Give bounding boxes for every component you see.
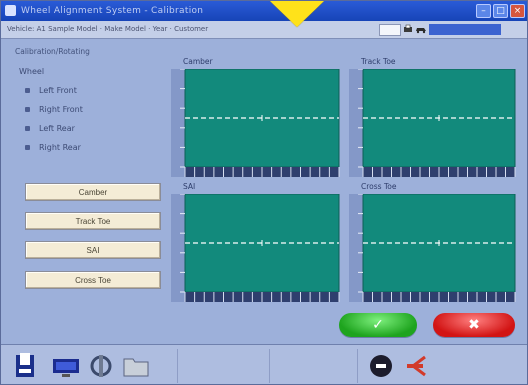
chart-title: SAI — [183, 182, 196, 191]
vehicle-info-text: Vehicle: A1 Sample Model · Make Model · … — [7, 25, 209, 33]
print-icon[interactable] — [13, 351, 37, 381]
window-title: Wheel Alignment System - Calibration — [21, 6, 204, 16]
car-icon[interactable] — [415, 24, 427, 34]
chart-title: Cross Toe — [361, 182, 397, 191]
toolbar-separator — [269, 349, 270, 383]
chart-title: Camber — [183, 57, 213, 66]
radio-icon — [25, 126, 30, 131]
camber-button[interactable]: Camber — [25, 183, 161, 201]
bottom-toolbar — [1, 344, 527, 384]
y-axis-strip — [171, 69, 185, 177]
wheel-option-left-rear[interactable]: Left Rear — [19, 119, 149, 138]
wrench-icon[interactable] — [87, 351, 115, 381]
monitor-icon[interactable] — [51, 351, 81, 381]
toolbar-separator — [357, 349, 358, 383]
toolbar-separator — [177, 349, 178, 383]
y-axis-strip — [349, 69, 363, 177]
stop-icon[interactable] — [367, 351, 395, 381]
exit-icon[interactable] — [403, 351, 431, 381]
pointer-marker-icon — [270, 1, 324, 27]
chart-title: Track Toe — [361, 57, 396, 66]
cancel-button[interactable]: ✖ — [433, 313, 515, 337]
app-icon — [5, 5, 16, 16]
wheel-option-left-front[interactable]: Left Front — [19, 81, 149, 100]
y-axis-strip — [349, 194, 363, 302]
maximize-button[interactable]: □ — [493, 4, 508, 18]
wheel-option-right-front[interactable]: Right Front — [19, 100, 149, 119]
radio-icon — [25, 88, 30, 93]
track-toe-button[interactable]: Track Toe — [25, 212, 161, 230]
wheel-option-right-rear[interactable]: Right Rear — [19, 138, 149, 157]
close-button[interactable]: × — [510, 4, 525, 18]
application-window: Wheel Alignment System - Calibration – □… — [0, 0, 528, 385]
title-bar: Wheel Alignment System - Calibration – □… — [1, 1, 527, 21]
minimize-button[interactable]: – — [476, 4, 491, 18]
radio-icon — [25, 145, 30, 150]
cross-toe-button[interactable]: Cross Toe — [25, 271, 161, 289]
ok-button[interactable]: ✓ — [339, 313, 417, 337]
radio-icon — [25, 107, 30, 112]
info-field[interactable] — [379, 24, 401, 36]
folder-icon[interactable] — [121, 351, 151, 381]
printer-icon[interactable] — [403, 24, 413, 34]
sai-button[interactable]: SAI — [25, 241, 161, 259]
y-axis-strip — [171, 194, 185, 302]
section-title: Calibration/Rotating — [15, 47, 90, 56]
wheel-selector: Wheel Left Front Right Front Left Rear R… — [19, 67, 149, 157]
wheel-header: Wheel — [19, 67, 45, 76]
status-highlight — [429, 24, 501, 35]
info-bar: Vehicle: A1 Sample Model · Make Model · … — [1, 21, 527, 39]
